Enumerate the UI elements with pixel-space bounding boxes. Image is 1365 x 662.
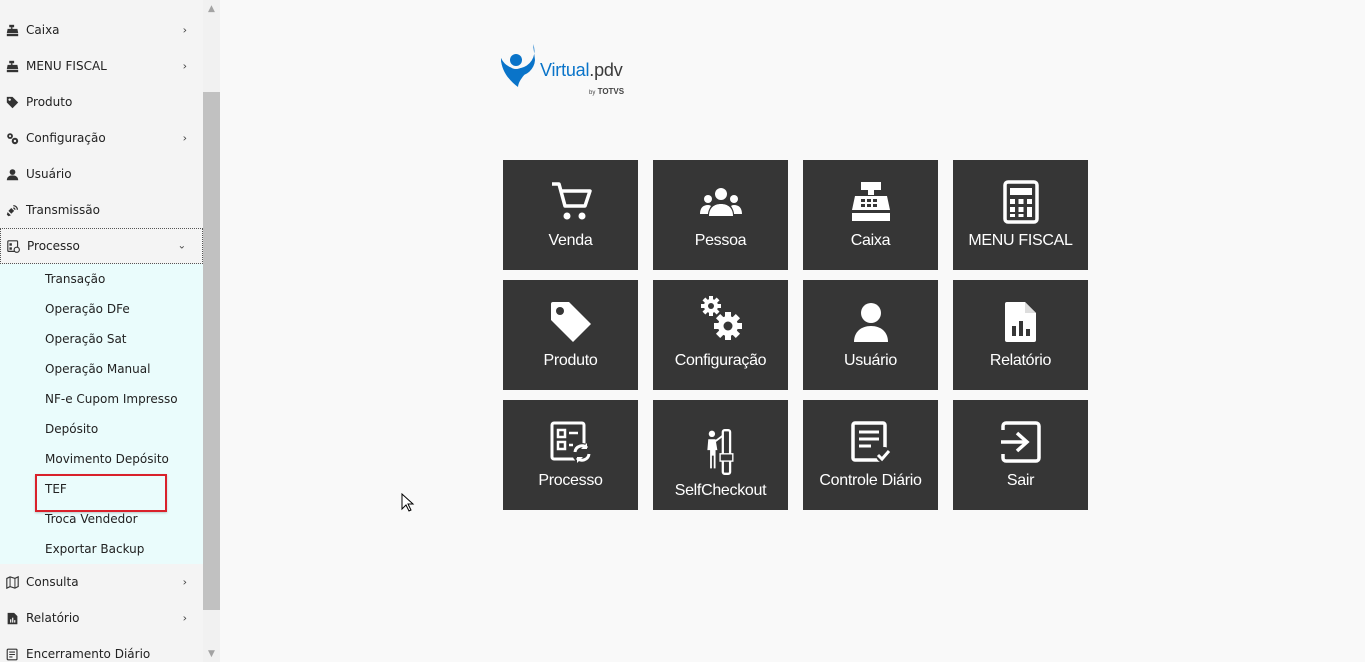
sidebar-item-partial[interactable] (0, 0, 203, 12)
chevron-down-icon: ⌄ (177, 240, 186, 252)
tile-label: Relatório (989, 352, 1052, 369)
scroll-down-arrow-icon[interactable]: ▼ (203, 645, 220, 662)
sidebar-item-transmissao[interactable]: Transmissão (0, 192, 203, 228)
tile-processo[interactable]: Processo (503, 400, 638, 510)
calculator-icon (1002, 180, 1039, 224)
sign-out-icon (1000, 421, 1041, 463)
checklist-icon (0, 648, 26, 661)
submenu-item-nfe-cupom-impresso[interactable]: NF-e Cupom Impresso (0, 384, 203, 414)
user-icon (0, 168, 26, 181)
sidebar-item-label: Encerramento Diário (26, 647, 151, 661)
user-icon (853, 303, 888, 342)
sidebar-menu: Caixa › MENU FISCAL › Produto Configuraç… (0, 0, 203, 662)
submenu-item-exportar-backup[interactable]: Exportar Backup (0, 534, 203, 564)
tag-icon (0, 96, 26, 109)
sidebar-item-consulta[interactable]: Consulta › (0, 564, 203, 600)
sidebar-item-processo[interactable]: Processo ⌄ (0, 228, 203, 264)
map-icon (0, 575, 26, 589)
sidebar-item-label: Usuário (26, 167, 72, 181)
chevron-right-icon: › (182, 575, 187, 589)
users-icon (699, 188, 742, 216)
sidebar-item-menu-fiscal[interactable]: MENU FISCAL › (0, 48, 203, 84)
sidebar-item-usuario[interactable]: Usuário (0, 156, 203, 192)
report-icon (0, 612, 26, 625)
sidebar-item-label: Configuração (26, 131, 106, 145)
tile-controle-diario[interactable]: Controle Diário (803, 400, 938, 510)
tile-label: Processo (538, 472, 603, 489)
sidebar-item-encerramento-diario[interactable]: Encerramento Diário (0, 636, 203, 662)
tile-produto[interactable]: Produto (503, 280, 638, 390)
submenu-item-operacao-manual[interactable]: Operação Manual (0, 354, 203, 384)
submenu-item-tef[interactable]: TEF (0, 474, 203, 512)
tile-label: SelfCheckout (674, 482, 767, 499)
tile-configuracao[interactable]: Configuração (653, 280, 788, 390)
submenu-item-operacao-dfe[interactable]: Operação DFe (0, 294, 203, 324)
logo-text: Virtual.pdv (540, 60, 623, 80)
process-icon (1, 239, 27, 253)
cart-icon (551, 182, 592, 220)
tile-caixa[interactable]: Caixa (803, 160, 938, 270)
tile-label: Produto (543, 352, 598, 369)
tile-usuario[interactable]: Usuário (803, 280, 938, 390)
tile-sair[interactable]: Sair (953, 400, 1088, 510)
sidebar-item-label: Transmissão (26, 203, 100, 217)
sidebar-item-relatorio[interactable]: Relatório › (0, 600, 203, 636)
sidebar-item-label: Produto (26, 95, 73, 109)
chevron-right-icon: › (182, 611, 187, 625)
sidebar-item-label: Processo (27, 239, 80, 253)
satellite-icon (0, 204, 26, 217)
tile-label: Sair (1006, 472, 1035, 489)
checklist-icon (850, 421, 892, 463)
chevron-right-icon: › (182, 59, 187, 73)
sidebar-item-label: Caixa (26, 23, 60, 37)
cash-register-icon (0, 24, 26, 37)
submenu-item-movimento-deposito[interactable]: Movimento Depósito (0, 444, 203, 474)
logo-by-totvs: by TOTVS (589, 87, 625, 96)
chevron-right-icon: › (182, 131, 187, 145)
submenu-item-transacao[interactable]: Transação (0, 264, 203, 294)
tile-label: MENU FISCAL (968, 232, 1073, 249)
file-chart-icon (1004, 302, 1036, 342)
gears-icon (700, 296, 742, 340)
tile-label: Pessoa (694, 232, 747, 249)
scrollbar-thumb[interactable] (203, 92, 220, 610)
cash-register-icon (0, 60, 26, 73)
tile-label: Controle Diário (819, 472, 922, 489)
sidebar-item-caixa[interactable]: Caixa › (0, 12, 203, 48)
sidebar: Caixa › MENU FISCAL › Produto Configuraç… (0, 0, 203, 662)
submenu-item-operacao-sat[interactable]: Operação Sat (0, 324, 203, 354)
cash-register-icon (851, 182, 890, 221)
submenu-item-deposito[interactable]: Depósito (0, 414, 203, 444)
sidebar-item-configuracao[interactable]: Configuração › (0, 120, 203, 156)
chevron-right-icon: › (182, 23, 187, 37)
tile-label: Configuração (674, 352, 767, 369)
scroll-up-arrow-icon[interactable]: ▲ (203, 0, 220, 17)
tile-label: Usuário (843, 352, 898, 369)
process-icon (550, 421, 592, 463)
tile-menu-fiscal[interactable]: MENU FISCAL (953, 160, 1088, 270)
sidebar-item-produto[interactable]: Produto (0, 84, 203, 120)
sidebar-item-label: Consulta (26, 575, 79, 589)
tile-venda[interactable]: Venda (503, 160, 638, 270)
sidebar-item-label: MENU FISCAL (26, 59, 107, 73)
mouse-cursor-icon (401, 493, 415, 512)
sidebar-item-label: Relatório (26, 611, 80, 625)
sidebar-scrollbar[interactable]: ▲ ▼ (203, 0, 220, 662)
tile-label: Caixa (850, 232, 891, 249)
gears-icon (0, 132, 26, 145)
tile-selfcheckout[interactable]: SelfCheckout (653, 400, 788, 510)
processo-submenu: Transação Operação DFe Operação Sat Oper… (0, 264, 203, 564)
logo-mark-icon (500, 44, 535, 87)
tag-icon (550, 302, 591, 342)
self-checkout-icon (706, 429, 733, 475)
tile-relatorio[interactable]: Relatório (953, 280, 1088, 390)
tile-pessoa[interactable]: Pessoa (653, 160, 788, 270)
submenu-item-troca-vendedor[interactable]: Troca Vendedor (0, 504, 203, 534)
tile-label: Venda (548, 232, 593, 249)
virtual-pdv-logo: Virtual.pdv by TOTVS (497, 40, 647, 100)
